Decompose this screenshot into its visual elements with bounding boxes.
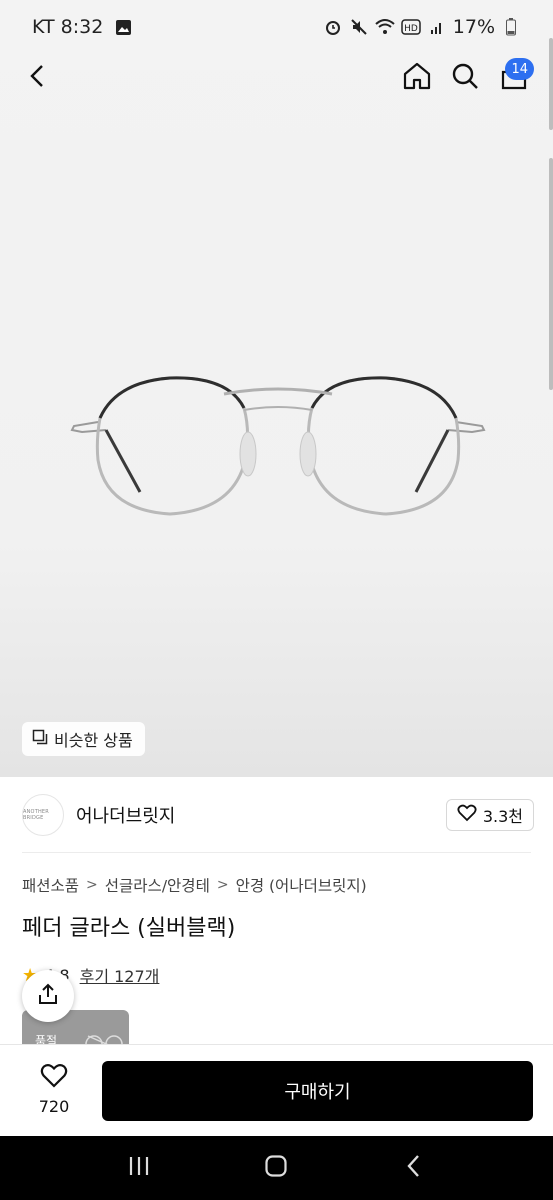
brand-logo[interactable]: ANOTHER BRIDGE	[22, 794, 64, 836]
product-title: 페더 글라스 (실버블랙)	[22, 916, 236, 941]
heart-icon	[457, 804, 477, 826]
wishlist-button[interactable]: 720	[24, 1063, 84, 1116]
search-icon	[451, 62, 479, 94]
mute-icon	[349, 17, 369, 37]
wishlist-count: 720	[38, 1097, 70, 1116]
similar-products-button[interactable]: 비슷한 상품	[22, 722, 145, 756]
divider	[22, 852, 531, 853]
product-image-area[interactable]: 비슷한 상품	[0, 0, 553, 777]
back-button[interactable]	[16, 56, 60, 100]
back-arrow-icon	[404, 1154, 424, 1182]
share-button[interactable]	[22, 970, 74, 1022]
top-navigation: 14	[0, 56, 553, 100]
search-button[interactable]	[443, 56, 487, 100]
review-link[interactable]: 후기 127개	[80, 963, 160, 987]
home-system-button[interactable]	[254, 1146, 298, 1190]
breadcrumb-item[interactable]: 안경 (어나더브릿지)	[236, 874, 367, 896]
breadcrumb: 패션소품 > 선글라스/안경테 > 안경 (어나더브릿지)	[22, 874, 367, 896]
svg-text:HD: HD	[404, 24, 418, 34]
brand-row[interactable]: ANOTHER BRIDGE 어나더브릿지 3.3천	[22, 792, 534, 838]
back-icon	[27, 64, 49, 92]
home-button[interactable]	[395, 56, 439, 100]
carrier-time: KT 8:32	[32, 16, 104, 38]
cart-count-badge: 14	[505, 58, 534, 80]
breadcrumb-item[interactable]: 선글라스/안경테	[105, 874, 210, 896]
recent-apps-button[interactable]	[117, 1146, 161, 1190]
brand-logo-text: ANOTHER BRIDGE	[23, 809, 49, 821]
recent-apps-icon	[127, 1155, 151, 1181]
battery-icon	[501, 17, 521, 37]
gallery-icon	[113, 17, 133, 37]
scrollbar-thumb[interactable]	[549, 158, 553, 390]
home-icon	[402, 61, 432, 95]
cart-button[interactable]: 14	[492, 56, 536, 100]
home-circle-icon	[264, 1154, 288, 1182]
signal-icon	[427, 17, 447, 37]
system-navigation-bar	[0, 1136, 553, 1200]
alarm-icon	[323, 17, 343, 37]
heart-icon	[40, 1063, 68, 1093]
similar-icon	[32, 729, 48, 749]
brand-name[interactable]: 어나더브릿지	[76, 802, 446, 828]
similar-products-label: 비슷한 상품	[54, 731, 133, 750]
hd-icon: HD	[401, 17, 421, 37]
status-bar: KT 8:32 HD 17%	[0, 0, 553, 54]
buy-button[interactable]: 구매하기	[102, 1061, 533, 1121]
system-back-button[interactable]	[392, 1146, 436, 1190]
battery-percent: 17%	[452, 16, 495, 38]
product-glasses-image	[70, 376, 486, 516]
brand-like-count: 3.3천	[482, 807, 523, 826]
chevron-right-icon: >	[86, 877, 98, 893]
bottom-action-bar: 720 구매하기	[0, 1044, 553, 1136]
chevron-right-icon: >	[216, 877, 229, 893]
brand-like-button[interactable]: 3.3천	[445, 799, 534, 831]
share-icon	[36, 982, 60, 1010]
wifi-icon	[375, 17, 395, 37]
breadcrumb-item[interactable]: 패션소품	[22, 874, 79, 896]
